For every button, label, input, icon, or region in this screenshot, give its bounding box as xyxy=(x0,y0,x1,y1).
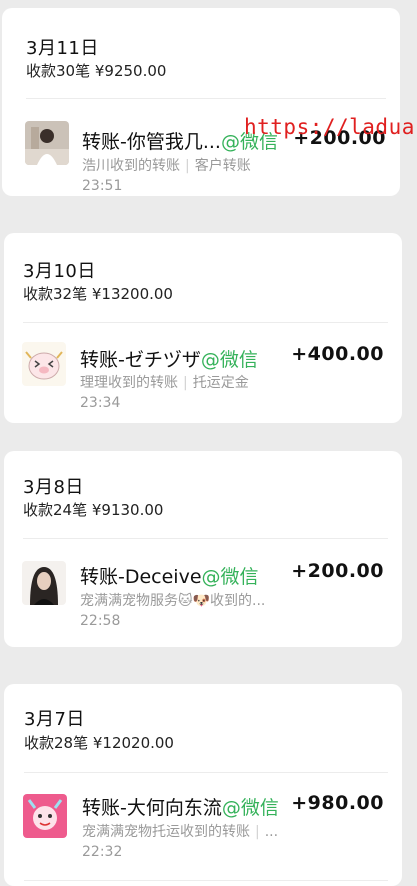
transaction-title: 转账-ゼチヅザ@微信 xyxy=(80,345,258,372)
separator: | xyxy=(183,375,188,391)
card-summary: 收款32笔 ¥13200.00 xyxy=(23,285,173,303)
wechat-tag: @微信 xyxy=(221,797,279,819)
receiver-text: 宠满满宠物服务🐱🐶收到的... xyxy=(80,593,266,609)
transaction-title: 转账-Deceive@微信 xyxy=(80,562,259,589)
url-watermark: https://ladua. xyxy=(244,115,417,139)
girl-photo-avatar xyxy=(25,121,69,165)
separator: | xyxy=(185,158,190,174)
card-summary: 收款24笔 ¥9130.00 xyxy=(23,501,164,519)
transaction-row[interactable]: 转账-ゼチヅザ@微信 +400.00 理理收到的转账 | 托运定金 23:34 xyxy=(4,323,402,423)
category-text: 客户转账 xyxy=(194,158,251,174)
cartoon-pig-avatar xyxy=(22,342,66,386)
category-text: ... xyxy=(264,824,279,840)
transaction-row[interactable]: 转账-你管我几...@微信 +200.00 浩川收到的转账 | 客户转账 23:51 xyxy=(2,99,400,196)
day-card-0307: 3月7日 收款28笔 ¥12020.00 转账-大何向东流@微信 +980.00… xyxy=(4,684,402,886)
transaction-time: 22:32 xyxy=(82,844,123,860)
day-card-0308: 3月8日 收款24笔 ¥9130.00 转账-Deceive@微信 +200.0… xyxy=(4,451,402,647)
transaction-name: 转账-你管我几... xyxy=(82,131,221,153)
transaction-amount: +980.00 xyxy=(291,792,384,814)
transaction-receiver-line: 宠满满宠物服务🐱🐶收到的... xyxy=(80,590,265,610)
transaction-receiver-line: 宠满满宠物托运收到的转账 |... xyxy=(82,821,278,841)
receiver-text: 浩川收到的转账 xyxy=(82,158,180,174)
transaction-row[interactable]: 转账-大何向东流@微信 +980.00 宠满满宠物托运收到的转账 |... 22:… xyxy=(4,773,402,873)
receiver-text: 宠满满宠物托运收到的转账 xyxy=(82,824,250,840)
transaction-receiver-line: 理理收到的转账 | 托运定金 xyxy=(80,372,249,392)
transaction-row[interactable]: 转账-Deceive@微信 +200.00 宠满满宠物服务🐱🐶收到的... 22… xyxy=(4,539,402,647)
transaction-name: 转账-大何向东流 xyxy=(82,797,222,819)
transaction-amount: +200.00 xyxy=(291,560,384,582)
transaction-time: 23:51 xyxy=(82,178,123,194)
divider xyxy=(24,880,388,881)
separator: | xyxy=(255,824,260,840)
card-date: 3月7日 xyxy=(24,709,85,730)
day-card-0311: 3月11日 收款30笔 ¥9250.00 转账-你管我几...@微信 +200.… xyxy=(2,8,400,196)
category-text: 托运定金 xyxy=(192,375,249,391)
card-date: 3月10日 xyxy=(23,261,96,282)
transactions-page: { "watermark": "https://ladua.", "cards"… xyxy=(0,0,417,886)
transaction-receiver-line: 浩川收到的转账 | 客户转账 xyxy=(82,155,251,175)
transaction-time: 22:58 xyxy=(80,613,121,629)
day-card-0310: 3月10日 收款32笔 ¥13200.00 转账-ゼチヅザ@微信 +400.00… xyxy=(4,233,402,423)
wechat-tag: @微信 xyxy=(200,349,258,371)
card-summary: 收款28笔 ¥12020.00 xyxy=(24,734,174,752)
pink-cartoon-avatar xyxy=(23,794,67,838)
transaction-amount: +400.00 xyxy=(291,343,384,365)
receiver-text: 理理收到的转账 xyxy=(80,375,178,391)
woman-portrait-avatar xyxy=(22,561,66,605)
transaction-name: 转账-Deceive xyxy=(80,566,202,588)
transaction-time: 23:34 xyxy=(80,395,121,411)
wechat-tag: @微信 xyxy=(201,566,259,588)
transaction-name: 转账-ゼチヅザ xyxy=(80,349,201,371)
card-summary: 收款30笔 ¥9250.00 xyxy=(26,62,167,80)
card-date: 3月8日 xyxy=(23,477,84,498)
transaction-title: 转账-大何向东流@微信 xyxy=(82,793,279,820)
card-date: 3月11日 xyxy=(26,38,99,59)
